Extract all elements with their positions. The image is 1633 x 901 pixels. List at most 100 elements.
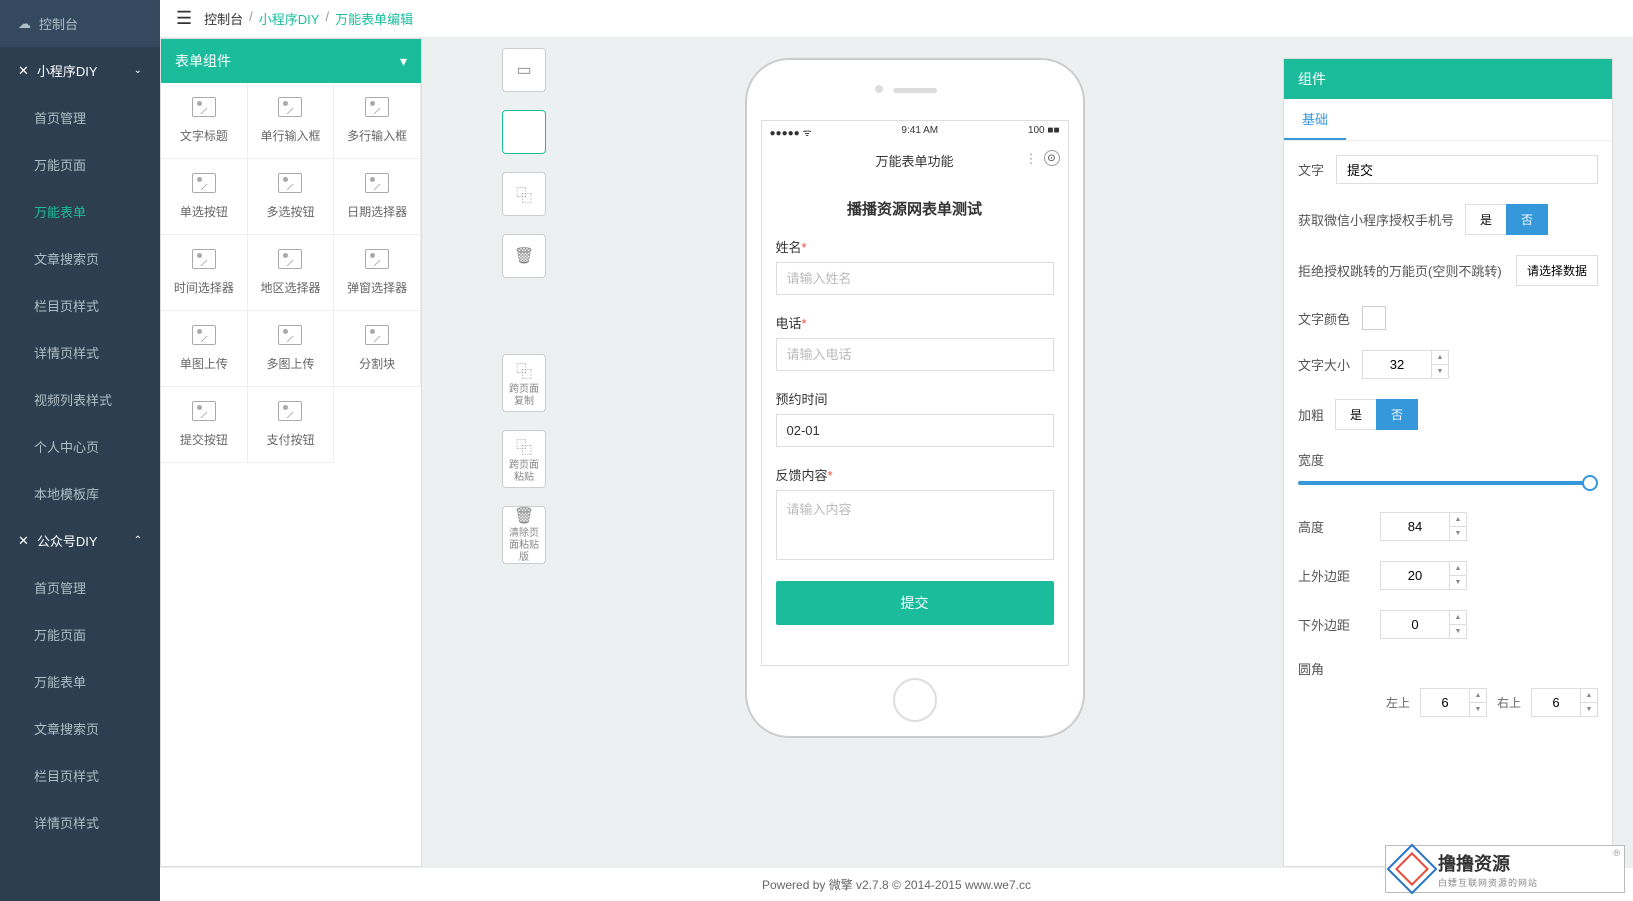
tab-basic[interactable]: 基础 <box>1284 99 1346 140</box>
breadcrumb-1[interactable]: 小程序DIY <box>259 9 320 28</box>
image-icon <box>192 249 216 269</box>
sidebar-item[interactable]: 个人中心页 <box>0 423 160 470</box>
component-label: 单选按钮 <box>180 203 228 220</box>
image-icon <box>278 97 302 117</box>
tool-button[interactable]: 🗑清除页面粘贴版 <box>502 506 546 564</box>
image-icon <box>365 249 389 269</box>
sidebar-group-header[interactable]: ✕小程序DIY⌄ <box>0 47 160 94</box>
slider-width[interactable] <box>1298 481 1598 485</box>
field-label: 反馈内容* <box>776 465 1054 484</box>
component-item[interactable]: 多选按钮 <box>248 159 335 235</box>
label-text: 文字 <box>1298 160 1324 179</box>
tool-label: 跨页面粘贴 <box>507 460 541 484</box>
tool-button[interactable]: ⿻跨页面复制 <box>502 354 546 412</box>
submit-button[interactable]: 提交 <box>776 581 1054 625</box>
label-width: 宽度 <box>1298 453 1324 468</box>
toggle-wechat-phone[interactable]: 是 否 <box>1466 204 1548 235</box>
field-textarea[interactable] <box>776 490 1054 560</box>
image-icon <box>365 97 389 117</box>
btn-bold-yes[interactable]: 是 <box>1335 399 1377 430</box>
tool-icon: ▭ <box>516 60 531 80</box>
more-icon[interactable]: ⋮ <box>1025 151 1038 167</box>
image-icon <box>192 173 216 193</box>
sidebar-item[interactable]: 万能表单 <box>0 658 160 705</box>
tool-button[interactable] <box>502 110 546 154</box>
input-height[interactable]: ▲▼ <box>1380 512 1467 541</box>
home-button[interactable] <box>893 678 937 722</box>
btn-yes[interactable]: 是 <box>1465 204 1507 235</box>
sidebar-item[interactable]: 文章搜索页 <box>0 705 160 752</box>
sidebar-item[interactable]: 万能页面 <box>0 611 160 658</box>
breadcrumb-2[interactable]: 万能表单编辑 <box>335 9 413 28</box>
chevron-icon: ⌄ <box>134 65 142 76</box>
component-item[interactable]: 多图上传 <box>248 311 335 387</box>
signal-icon: ●●●●● ᯤ <box>770 125 812 139</box>
image-icon <box>192 401 216 421</box>
close-icon[interactable]: ⊙ <box>1044 150 1060 166</box>
sidebar-item[interactable]: 详情页样式 <box>0 799 160 846</box>
tool-button[interactable]: ▭ <box>502 48 546 92</box>
sidebar-item[interactable]: 栏目页样式 <box>0 752 160 799</box>
sidebar-item[interactable]: 万能页面 <box>0 141 160 188</box>
input-text[interactable] <box>1336 155 1598 184</box>
sidebar-item[interactable]: 首页管理 <box>0 564 160 611</box>
label-radius-tr: 右上 <box>1497 694 1521 711</box>
component-item[interactable]: 单行输入框 <box>248 83 335 159</box>
field-input[interactable] <box>776 262 1054 295</box>
sidebar-item[interactable]: 本地模板库 <box>0 470 160 517</box>
label-reject-page: 拒绝授权跳转的万能页(空则不跳转) <box>1298 261 1502 280</box>
tool-icon: ⿻ <box>516 434 532 458</box>
tool-button[interactable]: 🗑 <box>502 234 546 278</box>
dashboard-icon: ☁ <box>18 16 31 32</box>
menu-toggle-icon[interactable]: ☰ <box>176 8 192 29</box>
component-item[interactable]: 支付按钮 <box>248 387 335 463</box>
component-item[interactable]: 提交按钮 <box>161 387 248 463</box>
btn-bold-no[interactable]: 否 <box>1376 399 1418 430</box>
field-input[interactable] <box>776 338 1054 371</box>
field-input[interactable] <box>776 414 1054 447</box>
tool-button[interactable]: ⿻ <box>502 172 546 216</box>
chevron-down-icon: ▾ <box>400 53 407 70</box>
label-height: 高度 <box>1298 517 1368 536</box>
input-radius-tl[interactable]: ▲▼ <box>1420 688 1487 717</box>
input-fontsize[interactable]: ▲▼ <box>1362 350 1449 379</box>
component-item[interactable]: 单选按钮 <box>161 159 248 235</box>
input-margin-top[interactable]: ▲▼ <box>1380 561 1467 590</box>
input-radius-tr[interactable]: ▲▼ <box>1531 688 1598 717</box>
tool-label: 清除页面粘贴版 <box>507 528 541 564</box>
component-item[interactable]: 时间选择器 <box>161 235 248 311</box>
image-icon <box>192 97 216 117</box>
component-item[interactable]: 地区选择器 <box>248 235 335 311</box>
label-bold: 加粗 <box>1298 405 1324 424</box>
component-item[interactable]: 分割块 <box>334 311 421 387</box>
image-icon <box>278 401 302 421</box>
btn-no[interactable]: 否 <box>1506 204 1548 235</box>
sidebar-group-header[interactable]: ✕公众号DIY⌃ <box>0 517 160 564</box>
sidebar-item[interactable]: 栏目页样式 <box>0 282 160 329</box>
component-label: 多选按钮 <box>266 203 314 220</box>
components-header[interactable]: 表单组件 ▾ <box>161 39 421 83</box>
label-radius: 圆角 <box>1298 662 1324 677</box>
sidebar-item[interactable]: 视频列表样式 <box>0 376 160 423</box>
form-title: 播播资源网表单测试 <box>776 198 1054 219</box>
sidebar-item[interactable]: 详情页样式 <box>0 329 160 376</box>
label-margin-top: 上外边距 <box>1298 566 1368 585</box>
breadcrumb-root[interactable]: 控制台 <box>204 9 243 28</box>
component-item[interactable]: 弹窗选择器 <box>334 235 421 311</box>
tool-button[interactable]: ⿻跨页面粘贴 <box>502 430 546 488</box>
component-label: 单图上传 <box>180 355 228 372</box>
input-margin-bottom[interactable]: ▲▼ <box>1380 610 1467 639</box>
sidebar-console[interactable]: ☁ 控制台 <box>0 0 160 47</box>
component-item[interactable]: 文字标题 <box>161 83 248 159</box>
toggle-bold[interactable]: 是 否 <box>1336 399 1418 430</box>
field-label: 姓名* <box>776 237 1054 256</box>
component-item[interactable]: 日期选择器 <box>334 159 421 235</box>
color-swatch[interactable] <box>1362 306 1386 330</box>
sidebar-item[interactable]: 首页管理 <box>0 94 160 141</box>
sidebar-item[interactable]: 文章搜索页 <box>0 235 160 282</box>
registered-icon: ® <box>1613 848 1620 858</box>
component-item[interactable]: 单图上传 <box>161 311 248 387</box>
sidebar-item[interactable]: 万能表单 <box>0 188 160 235</box>
select-data-button[interactable]: 请选择数据 <box>1516 255 1598 286</box>
component-item[interactable]: 多行输入框 <box>334 83 421 159</box>
